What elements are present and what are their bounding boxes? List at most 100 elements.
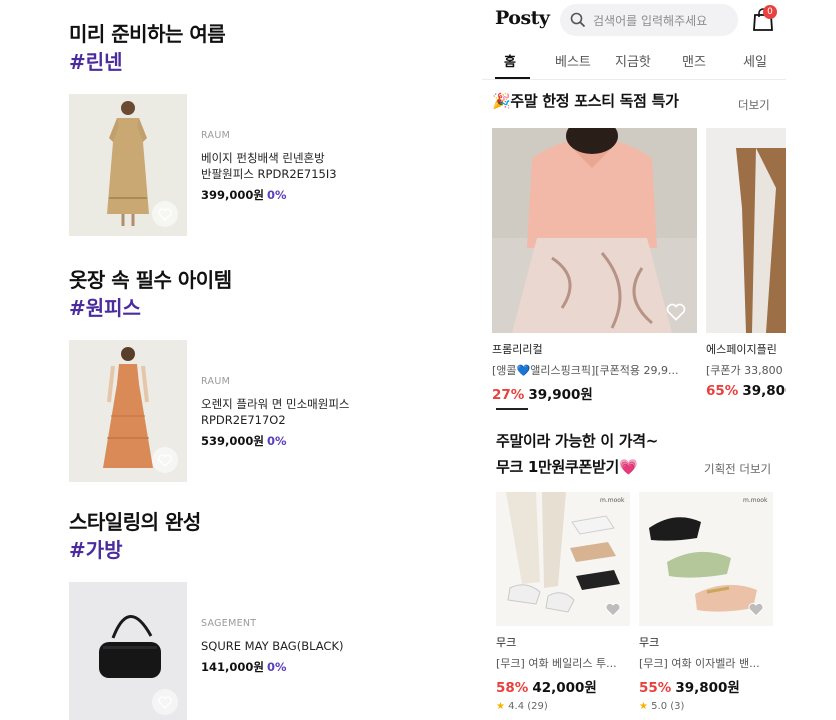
section-title-line1: 주말이라 가능한 이 가격~ [496,432,659,450]
star-icon: ★ [639,701,648,712]
price-value: 39,800 [742,383,786,399]
product-image[interactable] [69,340,187,482]
product-card[interactable]: m.mook 무크 [무크] 여화 베일리스 투... 58% 42,000원 ★… [496,492,630,712]
wishlist-button[interactable] [743,596,769,622]
product-image[interactable] [492,128,697,333]
heart-icon [748,602,764,616]
section-hashtag[interactable]: #린넨 [69,48,225,76]
product-image[interactable]: m.mook [496,492,630,626]
product-name: [쿠폰가 33,800 [706,364,783,377]
product-info: RAUM 오렌지 플라워 면 민소매원피스 RPDR2E717O2 539,00… [201,376,461,449]
product-name-line1: 오렌지 플라워 면 민소매원피스 [201,397,350,411]
section-title-line2: 무크 1만원쿠폰받기💗 [496,458,638,476]
posty-app-screen: Posty 검색어를 입력해주세요 0 홈 베스트 지금핫 맨즈 세일 🎉주말 … [482,0,786,720]
tab-best[interactable]: 베스트 [555,51,591,70]
product-rating: ★ 4.4 (29) [496,701,630,712]
discount-rate: 58% [496,680,529,696]
more-link[interactable]: 더보기 [738,97,770,113]
product-card[interactable]: 프롬리리컬 [앵콜💙앨리스핑크픽][쿠폰적용 29,9... 27% 39,900… [492,128,697,403]
curation-panel: 미리 준비하는 여름 #린넨 RAUM 베이지 펀칭배색 린넨혼방 반팔원피스 … [0,0,470,720]
section-onepiece: 옷장 속 필수 아이템 #원피스 [69,266,232,322]
heart-icon [158,207,172,221]
discount-rate: 0% [266,188,287,202]
product-card[interactable]: 에스페이지플린 [쿠폰가 33,800 65%39,800 [706,128,786,399]
product-brand: RAUM [201,130,231,141]
tab-home[interactable]: 홈 [504,51,516,70]
section-title: 옷장 속 필수 아이템 [69,268,232,292]
star-icon: ★ [496,701,505,712]
discount-rate: 65% [706,383,739,399]
section-title: 미리 준비하는 여름 [69,22,226,46]
wishlist-button[interactable] [152,201,178,227]
review-count: (3) [670,701,685,712]
price-value: 399,000원 [201,188,264,202]
active-tab-indicator [495,77,530,79]
product-brand: RAUM [201,376,231,387]
product-price: 55% 39,800원 [639,676,773,696]
wishlist-button[interactable] [152,689,178,715]
product-image[interactable] [69,582,187,720]
product-price: 27% 39,900원 [492,383,697,403]
product-name[interactable]: SQURE MAY BAG(BLACK) [201,638,461,654]
tab-hot[interactable]: 지금핫 [615,51,651,70]
posty-logo[interactable]: Posty [495,7,550,29]
product-brand: 프롬리리컬 [492,343,543,356]
product-name-line2: RPDR2E717O2 [201,413,286,427]
product-image[interactable] [706,128,786,333]
search-icon [570,12,586,28]
product-price: 65%39,800 [706,383,786,399]
search-placeholder: 검색어를 입력해주세요 [593,13,708,28]
product-name[interactable]: 베이지 펀칭배색 린넨혼방 반팔원피스 RPDR2E715I3 [201,150,461,182]
price-value: 141,000원 [201,660,264,674]
carousel-scroll-indicator [496,408,528,410]
product-rating: ★ 5.0 (3) [639,701,773,712]
product-name: [무크] 여화 이자벨라 밴... [639,657,760,670]
price-value: 39,900원 [528,387,593,403]
product-name: [무크] 여화 베일리스 투... [496,657,617,670]
product-brand: SAGEMENT [201,618,257,629]
review-count: (29) [527,701,548,712]
section-hashtag[interactable]: #가방 [69,536,201,564]
section-title: 주말이라 가능한 이 가격~ 무크 1만원쿠폰받기💗 [496,428,658,480]
tab-sale[interactable]: 세일 [743,51,767,70]
price-value: 539,000원 [201,434,264,448]
wishlist-button[interactable] [600,596,626,622]
product-card[interactable]: m.mook 무크 [무크] 여화 이자벨라 밴... 55% 39,800원 ★… [639,492,773,712]
section-title: 스타일링의 완성 [69,510,201,534]
product-name[interactable]: 오렌지 플라워 면 민소매원피스 RPDR2E717O2 [201,396,461,428]
discount-rate: 0% [266,660,287,674]
product-info: RAUM 베이지 펀칭배색 린넨혼방 반팔원피스 RPDR2E715I3 399… [201,130,461,203]
product-price: 399,000원 0% [201,187,461,203]
search-input[interactable]: 검색어를 입력해주세요 [560,4,738,36]
heart-icon [666,303,686,321]
tab-mens[interactable]: 맨즈 [682,51,706,70]
product-price: 539,000원 0% [201,433,461,449]
price-value: 39,800원 [675,680,740,696]
heart-icon [158,695,172,709]
section-title: 🎉주말 한정 포스티 독점 특가 [492,92,679,110]
product-name: [앵콜💙앨리스핑크픽][쿠폰적용 29,9... [492,364,679,377]
product-name-line2: 반팔원피스 RPDR2E715I3 [201,167,337,181]
price-value: 42,000원 [532,680,597,696]
discount-rate: 27% [492,387,525,403]
product-brand: 무크 [496,636,517,649]
wishlist-button[interactable] [663,299,689,325]
heart-icon [158,453,172,467]
wishlist-button[interactable] [152,447,178,473]
section-bag: 스타일링의 완성 #가방 [69,508,201,564]
section-hashtag[interactable]: #원피스 [69,294,232,322]
discount-rate: 55% [639,680,672,696]
cart-count-badge: 0 [763,5,777,19]
product-image[interactable]: m.mook [639,492,773,626]
product-brand: 무크 [639,636,660,649]
category-tabs: 홈 베스트 지금핫 맨즈 세일 [482,42,786,80]
product-price: 141,000원 0% [201,659,461,675]
heart-icon [605,602,621,616]
product-image[interactable] [69,94,187,236]
section-linen: 미리 준비하는 여름 #린넨 [69,20,226,76]
product-info: SAGEMENT SQURE MAY BAG(BLACK) 141,000원 0% [201,618,461,675]
more-link[interactable]: 기획전 더보기 [704,461,771,477]
brand-watermark: m.mook [600,497,625,504]
brand-watermark: m.mook [743,497,768,504]
rating-value: 5.0 [651,701,668,712]
